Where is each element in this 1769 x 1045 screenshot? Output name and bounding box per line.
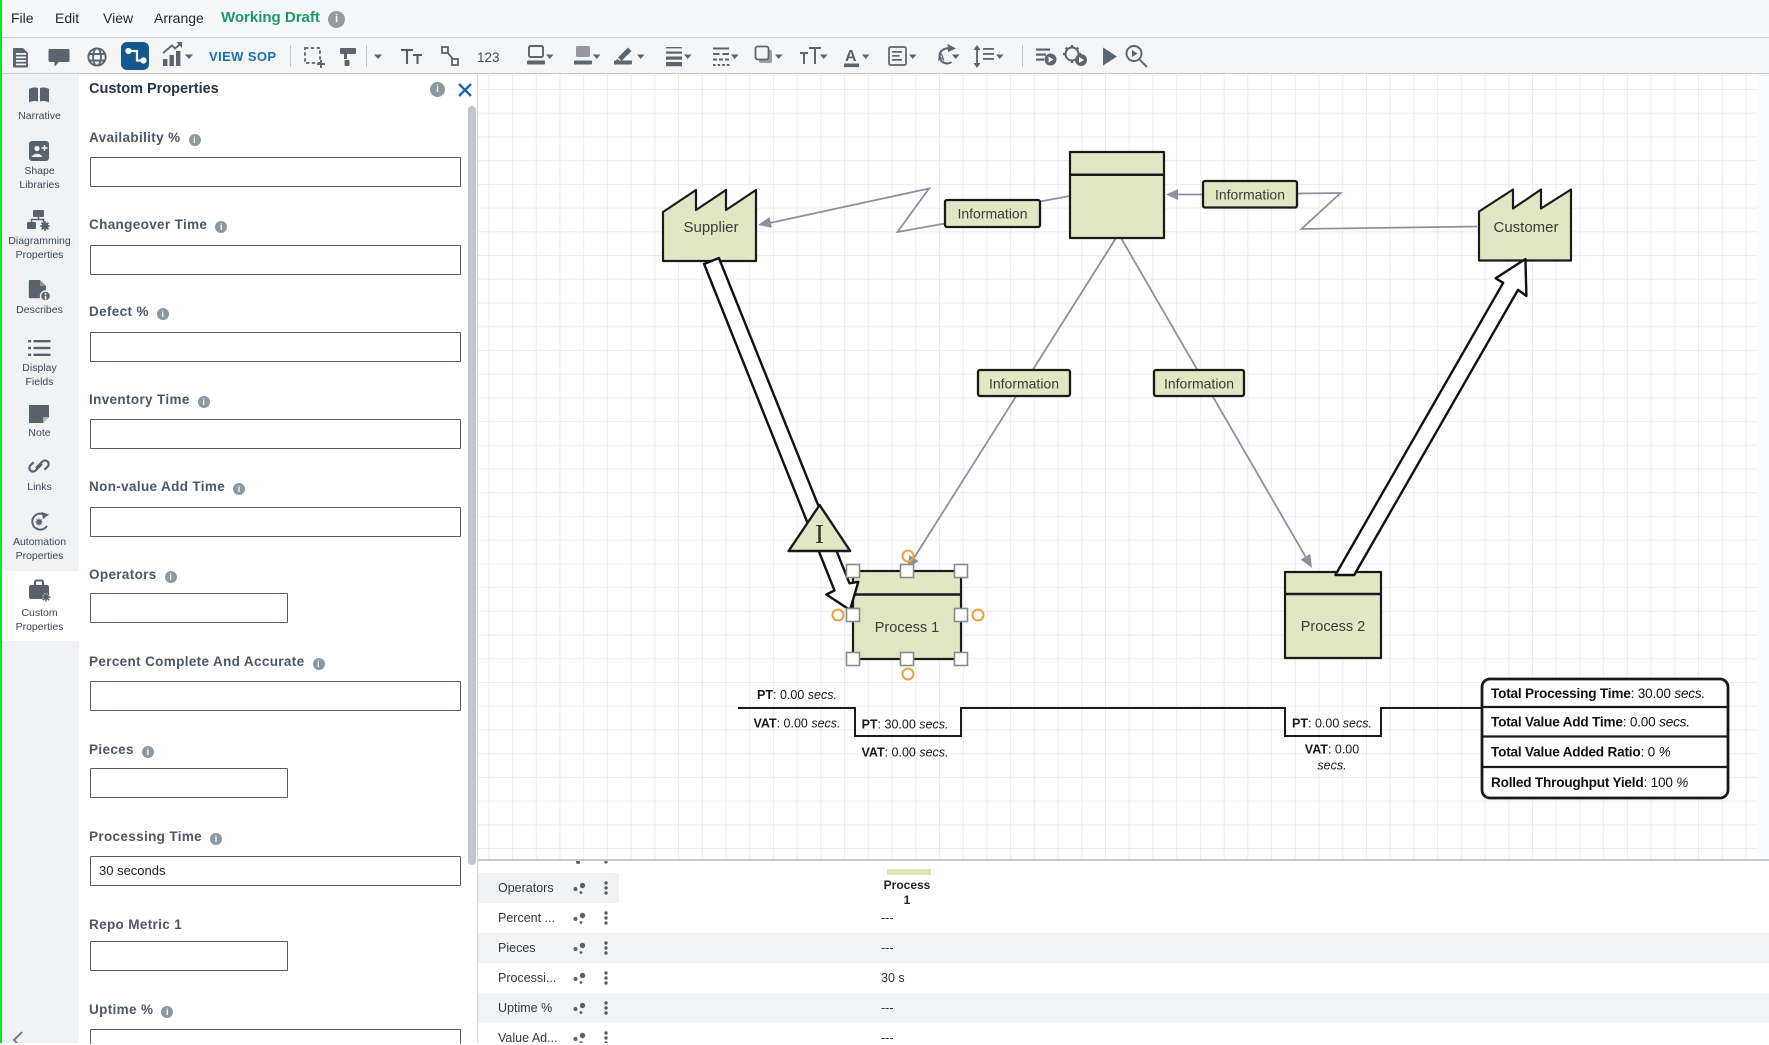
svg-text:PT: 0.00 secs.: PT: 0.00 secs.	[757, 688, 837, 702]
svg-text:A: A	[938, 53, 945, 64]
svg-text:Total Value Added Ratio: 0 %: Total Value Added Ratio: 0 %	[1491, 745, 1671, 760]
svg-text:123: 123	[477, 50, 500, 65]
svg-text:VAT: 0.00 secs.: VAT: 0.00 secs.	[861, 746, 948, 760]
svg-text:Information: Information	[989, 376, 1059, 392]
svg-text:PT: 0.00 secs.: PT: 0.00 secs.	[1292, 717, 1372, 731]
svg-text:Process 1: Process 1	[875, 620, 939, 636]
svg-text:secs.: secs.	[1317, 759, 1346, 773]
svg-text:Supplier: Supplier	[683, 219, 738, 236]
svg-text:Information: Information	[1164, 376, 1234, 392]
svg-text:VIEW SOP: VIEW SOP	[209, 49, 277, 64]
svg-text:VAT: 0.00: VAT: 0.00	[1305, 743, 1359, 757]
svg-text:A: A	[845, 48, 857, 65]
svg-text:Information: Information	[1215, 187, 1285, 203]
svg-text:Customer: Customer	[1493, 219, 1558, 236]
svg-text:VAT: 0.00 secs.: VAT: 0.00 secs.	[753, 717, 840, 731]
svg-text:Total Processing Time: 30.00 s: Total Processing Time: 30.00 secs.	[1491, 686, 1705, 701]
svg-text:PT: 30.00 secs.: PT: 30.00 secs.	[862, 718, 949, 732]
svg-text:Total Value Add Time: 0.00 sec: Total Value Add Time: 0.00 secs.	[1491, 715, 1690, 730]
svg-text:Rolled Throughput Yield: 100 %: Rolled Throughput Yield: 100 %	[1491, 775, 1688, 790]
svg-text:I: I	[815, 519, 824, 549]
svg-text:Process 2: Process 2	[1301, 619, 1365, 635]
svg-text:Information: Information	[957, 206, 1027, 222]
